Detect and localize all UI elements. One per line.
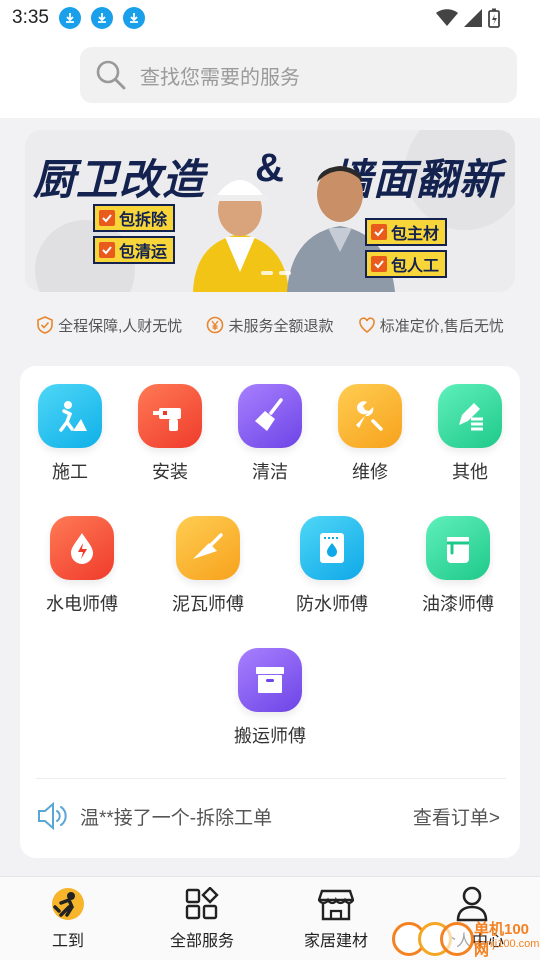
banner-pagination (261, 271, 291, 275)
download-icon (58, 7, 81, 29)
search-icon (96, 60, 126, 90)
store-icon (318, 889, 354, 921)
status-time: 3:35 (12, 7, 49, 28)
status-bar: 3:35 (0, 0, 540, 36)
box-icon (238, 648, 302, 712)
order-notice[interactable]: 温**接了一个-拆除工单 查看订单> (36, 798, 506, 834)
grid-icon (185, 887, 219, 920)
service-other[interactable]: 其他 (420, 384, 520, 484)
search-input[interactable]: 查找您需要的服务 (80, 47, 517, 103)
banner-tag: 包清运 (93, 236, 176, 264)
wrench-icon (338, 384, 402, 448)
guarantee-item: 未服务全额退款 (206, 315, 333, 336)
heart-icon (358, 317, 375, 333)
search-placeholder: 查找您需要的服务 (140, 66, 300, 89)
yen-circle-icon (207, 316, 224, 334)
service-construction[interactable]: 施工 (20, 384, 120, 484)
battery-icon (488, 8, 500, 28)
search-area: 查找您需要的服务 (0, 36, 540, 118)
download-icon (90, 7, 113, 29)
card-divider (36, 778, 506, 779)
service-grid-card: 施工 安装 清洁 维修 其他 水电师傅 泥瓦师傅 防水师傅 油漆师傅 搬运师傅 … (20, 366, 520, 858)
construction-worker-icon (38, 384, 102, 448)
service-mason[interactable]: 泥瓦师傅 (158, 516, 258, 616)
power-drop-icon (50, 516, 114, 580)
app-logo-icon (52, 888, 84, 920)
waterproof-icon (300, 516, 364, 580)
service-install[interactable]: 安装 (120, 384, 220, 484)
notice-text: 温**接了一个-拆除工单 (80, 807, 273, 829)
tab-home[interactable]: 工到 (8, 885, 128, 951)
watermark-logo: 单机100网 danji100.com (390, 916, 540, 960)
guarantee-strip: 全程保障,人财无忧 未服务全额退款 标准定价,售后无忧 (0, 312, 540, 338)
promo-banner[interactable]: 厨卫改造 & 墙面翻新 包拆除 包清运 包主材 包人工 (25, 130, 515, 292)
service-waterproofing[interactable]: 防水师傅 (282, 516, 382, 616)
drill-icon (138, 384, 202, 448)
guarantee-item: 标准定价,售后无忧 (358, 315, 504, 336)
service-electrician[interactable]: 水电师傅 (32, 516, 132, 616)
banner-title-left: 厨卫改造 (33, 156, 206, 203)
banner-tag: 包主材 (365, 218, 448, 246)
banner-tag: 包拆除 (93, 204, 176, 232)
trowel-icon (176, 516, 240, 580)
view-order-link[interactable]: 查看订单> (413, 803, 500, 830)
tab-all-services[interactable]: 全部服务 (142, 885, 262, 951)
watermark-url: danji100.com (474, 938, 540, 950)
service-mover[interactable]: 搬运师傅 (220, 648, 320, 748)
service-cleaning[interactable]: 清洁 (220, 384, 320, 484)
banner-tag: 包人工 (365, 250, 448, 278)
shield-check-icon (37, 316, 53, 334)
service-painter[interactable]: 油漆师傅 (408, 516, 508, 616)
signal-icon (464, 9, 482, 27)
wifi-icon (436, 9, 458, 26)
paint-bucket-icon (426, 516, 490, 580)
speaker-icon (38, 801, 67, 831)
download-icon (122, 7, 145, 29)
service-repair[interactable]: 维修 (320, 384, 420, 484)
edit-list-icon (438, 384, 502, 448)
tab-home-materials[interactable]: 家居建材 (276, 885, 396, 951)
guarantee-item: 全程保障,人财无忧 (36, 315, 182, 336)
broom-icon (238, 384, 302, 448)
